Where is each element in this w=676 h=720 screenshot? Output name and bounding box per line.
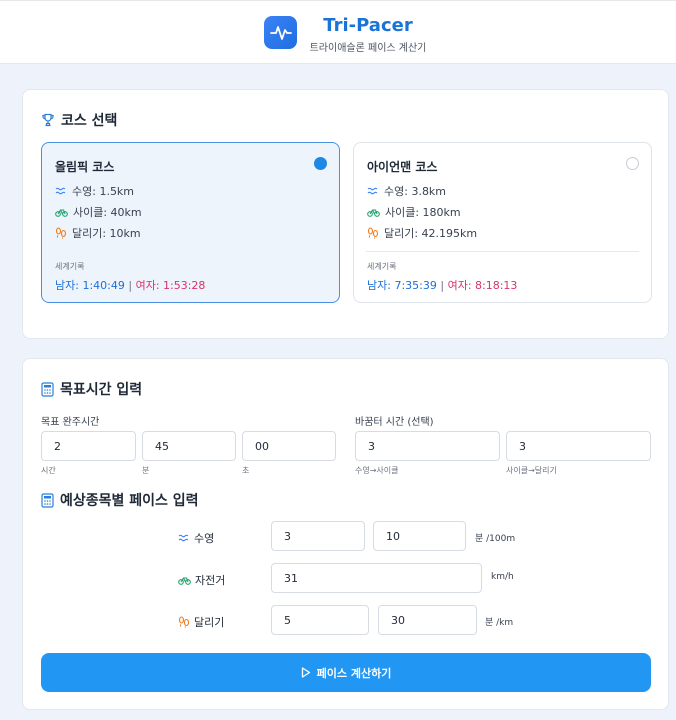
record-separator: |	[128, 279, 133, 292]
trophy-icon	[42, 113, 54, 127]
course-name: 올림픽 코스	[55, 160, 115, 174]
bike-speed-input[interactable]	[271, 563, 482, 593]
swim-waves-icon	[367, 187, 378, 195]
course-option-ironman[interactable]: 아이언맨 코스 수영: 3.8km 사이클: 180km 달리기: 42.195…	[353, 142, 652, 303]
men-record: 남자: 1:40:49	[55, 279, 125, 292]
women-record: 여자: 1:53:28	[135, 279, 206, 292]
run-pace-unit: 분 /km	[485, 618, 514, 628]
course-divider	[366, 251, 639, 252]
course-radio-selected[interactable]	[314, 157, 327, 170]
bike-distance: 사이클: 180km	[367, 204, 461, 220]
hours-input[interactable]	[41, 431, 136, 461]
world-record: 남자: 7:35:39 | 여자: 8:18:13	[367, 277, 517, 293]
world-record-label: 세계기록	[367, 262, 397, 271]
target-section-title: 목표시간 입력	[41, 379, 142, 399]
seconds-input[interactable]	[242, 431, 336, 461]
footprints-icon	[367, 227, 379, 239]
finish-time-label: 목표 완주시간	[41, 417, 100, 428]
calculator-icon	[41, 492, 54, 508]
t2-hint: 사이클→달리기	[506, 466, 557, 475]
record-separator: |	[440, 279, 445, 292]
footprints-icon	[178, 616, 190, 628]
bicycle-icon	[55, 209, 68, 217]
play-icon	[301, 667, 310, 678]
women-record: 여자: 8:18:13	[447, 279, 518, 292]
swim-distance-text: 수영: 1.5km	[72, 185, 135, 198]
swim-distance: 수영: 3.8km	[367, 183, 446, 199]
run-distance: 달리기: 42.195km	[367, 225, 477, 241]
world-record: 남자: 1:40:49 | 여자: 1:53:28	[55, 277, 205, 293]
bike-pace-text: 자전거	[195, 574, 226, 587]
course-selection-card: 코스 선택 올림픽 코스 수영: 1.5km 사이클: 40km 달리기: 10…	[22, 89, 669, 339]
course-name: 아이언맨 코스	[367, 160, 438, 174]
bike-distance: 사이클: 40km	[55, 204, 142, 220]
target-section-label: 목표시간 입력	[60, 382, 143, 398]
minutes-input[interactable]	[142, 431, 236, 461]
app-title: Tri-Pacer	[323, 15, 413, 36]
swim-pace-unit: 분 /100m	[475, 534, 516, 544]
bicycle-icon	[178, 577, 191, 585]
target-time-card: 목표시간 입력 목표 완주시간 시간 분 초 바꿈터 시간 (선택) 수영→사이…	[22, 358, 669, 710]
t1-input[interactable]	[355, 431, 500, 461]
t2-input[interactable]	[506, 431, 651, 461]
run-minutes-input[interactable]	[271, 605, 369, 635]
calculate-pace-button[interactable]: 페이스 계산하기	[41, 653, 651, 692]
swim-distance: 수영: 1.5km	[55, 183, 134, 199]
run-pace-label: 달리기	[178, 614, 224, 630]
swim-pace-text: 수영	[194, 532, 215, 545]
swim-waves-icon	[178, 534, 189, 542]
app-subtitle: 트라이애슬론 페이스 계산기	[309, 43, 427, 54]
pulse-logo-icon	[264, 16, 297, 49]
run-pace-text: 달리기	[194, 616, 225, 629]
app-header: Tri-Pacer 트라이애슬론 페이스 계산기	[0, 0, 676, 64]
seconds-hint: 초	[242, 466, 250, 475]
world-record-label: 세계기록	[55, 262, 85, 271]
swim-seconds-input[interactable]	[373, 521, 466, 551]
bike-distance-text: 사이클: 40km	[73, 206, 142, 219]
t1-hint: 수영→사이클	[355, 466, 399, 475]
run-distance-text: 달리기: 42.195km	[384, 227, 478, 240]
pace-section-title: 예상종목별 페이스 입력	[41, 490, 199, 510]
calculate-button-label: 페이스 계산하기	[316, 666, 392, 680]
course-section-title: 코스 선택	[41, 110, 117, 130]
course-option-olympic[interactable]: 올림픽 코스 수영: 1.5km 사이클: 40km 달리기: 10km 세계기…	[41, 142, 340, 303]
swim-minutes-input[interactable]	[271, 521, 365, 551]
bike-pace-label: 자전거	[178, 572, 225, 588]
bike-speed-unit: km/h	[491, 572, 514, 582]
pace-section-label: 예상종목별 페이스 입력	[60, 493, 199, 509]
run-distance-text: 달리기: 10km	[72, 227, 141, 240]
transition-time-label: 바꿈터 시간 (선택)	[355, 417, 434, 428]
minutes-hint: 분	[142, 466, 150, 475]
swim-distance-text: 수영: 3.8km	[384, 185, 447, 198]
course-radio-unselected[interactable]	[626, 157, 639, 170]
calculator-icon	[41, 381, 54, 397]
course-section-label: 코스 선택	[61, 113, 118, 129]
hours-hint: 시간	[41, 466, 56, 475]
swim-waves-icon	[55, 187, 66, 195]
footprints-icon	[55, 227, 67, 239]
bicycle-icon	[367, 209, 380, 217]
men-record: 남자: 7:35:39	[367, 279, 437, 292]
bike-distance-text: 사이클: 180km	[385, 206, 461, 219]
run-distance: 달리기: 10km	[55, 225, 141, 241]
run-seconds-input[interactable]	[378, 605, 477, 635]
swim-pace-label: 수영	[178, 530, 214, 546]
